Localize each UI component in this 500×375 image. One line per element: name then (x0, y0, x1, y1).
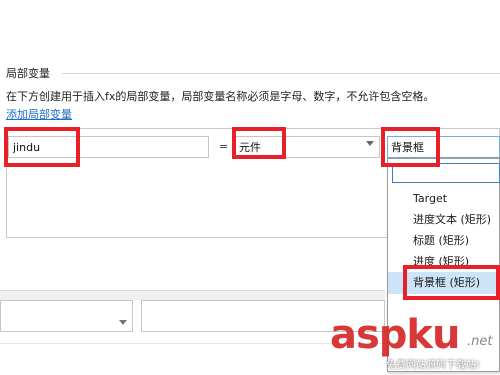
highlight-box-name (4, 127, 80, 167)
section-description: 在下方创建用于插入fx的局部变量，局部变量名称必须是字母、数字，不允许包含空格。 (6, 90, 435, 103)
highlight-box-type (232, 127, 286, 159)
chevron-down-icon[interactable] (366, 141, 374, 146)
section-title: 局部变量 (6, 65, 54, 81)
add-local-variable-link[interactable]: 添加局部变量 (6, 106, 72, 122)
equals-sign: = (219, 140, 229, 153)
dropdown-item-target[interactable]: Target (388, 188, 500, 210)
lower-select[interactable] (0, 300, 133, 332)
watermark-suffix: .net (467, 334, 493, 349)
watermark-logo: aspku (330, 312, 461, 358)
highlight-box-selected-item (403, 265, 500, 300)
bottom-bar (0, 343, 387, 375)
divider-strip (0, 290, 385, 300)
chevron-down-icon[interactable] (119, 320, 127, 325)
highlight-box-target (381, 127, 440, 167)
watermark-subtitle: 免费网站源码下载站! (386, 360, 481, 371)
section-divider (62, 73, 500, 74)
dropdown-item-progress-text[interactable]: 进度文本 (矩形) (388, 209, 500, 231)
dropdown-item-title[interactable]: 标题 (矩形) (388, 230, 500, 252)
